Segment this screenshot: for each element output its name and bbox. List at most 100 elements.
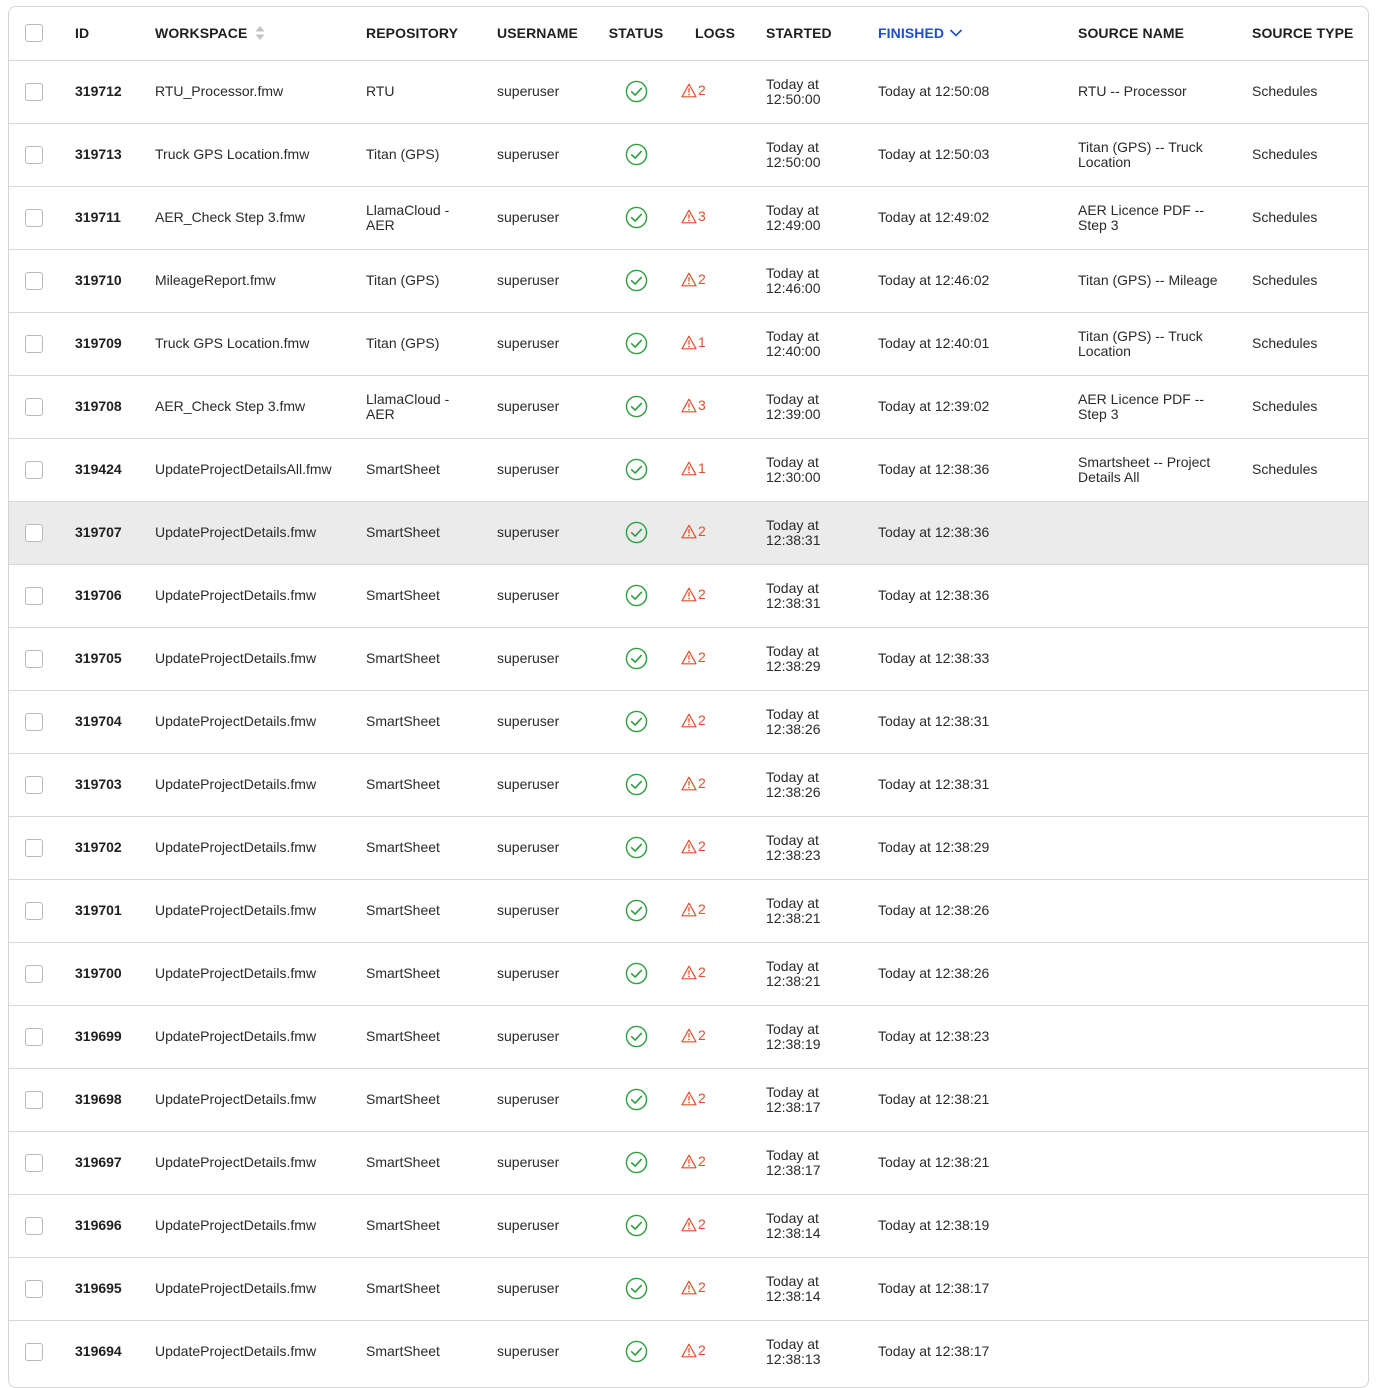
log-warnings[interactable]: 2 [681, 964, 706, 980]
job-id[interactable]: 319708 [59, 375, 139, 438]
column-header-finished[interactable]: FINISHED [862, 7, 1062, 60]
source-name[interactable] [1062, 627, 1236, 690]
log-warnings[interactable]: 2 [681, 82, 706, 98]
table-row[interactable]: 319700 UpdateProjectDetails.fmw SmartShe… [9, 942, 1368, 1005]
workspace-name[interactable]: UpdateProjectDetails.fmw [139, 1131, 350, 1194]
source-name[interactable] [1062, 690, 1236, 753]
log-warnings[interactable]: 2 [681, 775, 706, 791]
row-checkbox[interactable] [25, 964, 43, 983]
log-warnings[interactable]: 1 [681, 460, 706, 476]
source-name[interactable] [1062, 879, 1236, 942]
source-name[interactable]: AER Licence PDF -- Step 3 [1062, 186, 1236, 249]
job-id[interactable]: 319694 [59, 1320, 139, 1383]
workspace-name[interactable]: UpdateProjectDetails.fmw [139, 627, 350, 690]
table-row[interactable]: 319695 UpdateProjectDetails.fmw SmartShe… [9, 1257, 1368, 1320]
table-row[interactable]: 319712 RTU_Processor.fmw RTU superuser 2… [9, 60, 1368, 123]
log-warnings[interactable]: 1 [681, 334, 706, 350]
job-id[interactable]: 319712 [59, 60, 139, 123]
source-name[interactable]: RTU -- Processor [1062, 60, 1236, 123]
source-name[interactable]: AER Licence PDF -- Step 3 [1062, 375, 1236, 438]
table-row[interactable]: 319705 UpdateProjectDetails.fmw SmartShe… [9, 627, 1368, 690]
workspace-name[interactable]: UpdateProjectDetails.fmw [139, 1320, 350, 1383]
job-id[interactable]: 319707 [59, 501, 139, 564]
source-name[interactable]: Titan (GPS) -- Truck Location [1062, 312, 1236, 375]
source-name[interactable]: Smartsheet -- Project Details All [1062, 438, 1236, 501]
repository-name[interactable]: SmartSheet [350, 438, 481, 501]
workspace-name[interactable]: UpdateProjectDetails.fmw [139, 879, 350, 942]
table-row[interactable]: 319704 UpdateProjectDetails.fmw SmartShe… [9, 690, 1368, 753]
job-id[interactable]: 319697 [59, 1131, 139, 1194]
source-name[interactable] [1062, 1068, 1236, 1131]
repository-name[interactable]: SmartSheet [350, 1257, 481, 1320]
workspace-name[interactable]: UpdateProjectDetails.fmw [139, 690, 350, 753]
workspace-name[interactable]: UpdateProjectDetails.fmw [139, 753, 350, 816]
workspace-name[interactable]: UpdateProjectDetails.fmw [139, 1068, 350, 1131]
source-name[interactable] [1062, 816, 1236, 879]
table-row[interactable]: 319698 UpdateProjectDetails.fmw SmartShe… [9, 1068, 1368, 1131]
table-row[interactable]: 319707 UpdateProjectDetails.fmw SmartShe… [9, 501, 1368, 564]
job-id[interactable]: 319703 [59, 753, 139, 816]
row-checkbox[interactable] [25, 775, 43, 794]
job-id[interactable]: 319696 [59, 1194, 139, 1257]
log-warnings[interactable]: 2 [681, 1216, 706, 1232]
job-id[interactable]: 319705 [59, 627, 139, 690]
log-warnings[interactable]: 2 [681, 1027, 706, 1043]
workspace-name[interactable]: UpdateProjectDetails.fmw [139, 501, 350, 564]
source-name[interactable] [1062, 942, 1236, 1005]
log-warnings[interactable]: 2 [681, 523, 706, 539]
table-row[interactable]: 319696 UpdateProjectDetails.fmw SmartShe… [9, 1194, 1368, 1257]
repository-name[interactable]: Titan (GPS) [350, 249, 481, 312]
row-checkbox[interactable] [25, 901, 43, 920]
column-header-logs[interactable]: LOGS [679, 7, 750, 60]
job-id[interactable]: 319710 [59, 249, 139, 312]
repository-name[interactable]: SmartSheet [350, 816, 481, 879]
job-id[interactable]: 319704 [59, 690, 139, 753]
repository-name[interactable]: SmartSheet [350, 1005, 481, 1068]
log-warnings[interactable]: 2 [681, 1342, 706, 1358]
job-id[interactable]: 319695 [59, 1257, 139, 1320]
row-checkbox[interactable] [25, 334, 43, 353]
source-name[interactable] [1062, 1005, 1236, 1068]
log-warnings[interactable]: 2 [681, 901, 706, 917]
table-row[interactable]: 319697 UpdateProjectDetails.fmw SmartShe… [9, 1131, 1368, 1194]
log-warnings[interactable]: 3 [681, 397, 706, 413]
log-warnings[interactable]: 2 [681, 649, 706, 665]
source-name[interactable]: Titan (GPS) -- Truck Location [1062, 123, 1236, 186]
row-checkbox[interactable] [25, 1216, 43, 1235]
log-warnings[interactable]: 3 [681, 208, 706, 224]
log-warnings[interactable]: 2 [681, 271, 706, 287]
repository-name[interactable]: SmartSheet [350, 753, 481, 816]
column-header-username[interactable]: USERNAME [481, 7, 593, 60]
row-checkbox[interactable] [25, 1279, 43, 1298]
job-id[interactable]: 319699 [59, 1005, 139, 1068]
repository-name[interactable]: SmartSheet [350, 1068, 481, 1131]
table-row[interactable]: 319710 MileageReport.fmw Titan (GPS) sup… [9, 249, 1368, 312]
row-checkbox[interactable] [25, 1342, 43, 1361]
row-checkbox[interactable] [25, 712, 43, 731]
table-row[interactable]: 319711 AER_Check Step 3.fmw LlamaCloud -… [9, 186, 1368, 249]
job-id[interactable]: 319424 [59, 438, 139, 501]
table-row[interactable]: 319701 UpdateProjectDetails.fmw SmartShe… [9, 879, 1368, 942]
row-checkbox[interactable] [25, 145, 43, 164]
workspace-name[interactable]: UpdateProjectDetails.fmw [139, 564, 350, 627]
job-id[interactable]: 319701 [59, 879, 139, 942]
table-row[interactable]: 319424 UpdateProjectDetailsAll.fmw Smart… [9, 438, 1368, 501]
row-checkbox[interactable] [25, 1153, 43, 1172]
workspace-name[interactable]: AER_Check Step 3.fmw [139, 375, 350, 438]
row-checkbox[interactable] [25, 271, 43, 290]
row-checkbox[interactable] [25, 838, 43, 857]
job-id[interactable]: 319709 [59, 312, 139, 375]
repository-name[interactable]: SmartSheet [350, 690, 481, 753]
source-name[interactable] [1062, 564, 1236, 627]
log-warnings[interactable]: 2 [681, 1090, 706, 1106]
repository-name[interactable]: SmartSheet [350, 879, 481, 942]
log-warnings[interactable]: 2 [681, 1279, 706, 1295]
workspace-name[interactable]: MileageReport.fmw [139, 249, 350, 312]
column-header-id[interactable]: ID [59, 7, 139, 60]
source-name[interactable]: Titan (GPS) -- Mileage [1062, 249, 1236, 312]
table-row[interactable]: 319713 Truck GPS Location.fmw Titan (GPS… [9, 123, 1368, 186]
repository-name[interactable]: LlamaCloud - AER [350, 186, 481, 249]
row-checkbox[interactable] [25, 586, 43, 605]
table-row[interactable]: 319699 UpdateProjectDetails.fmw SmartShe… [9, 1005, 1368, 1068]
table-row[interactable]: 319708 AER_Check Step 3.fmw LlamaCloud -… [9, 375, 1368, 438]
